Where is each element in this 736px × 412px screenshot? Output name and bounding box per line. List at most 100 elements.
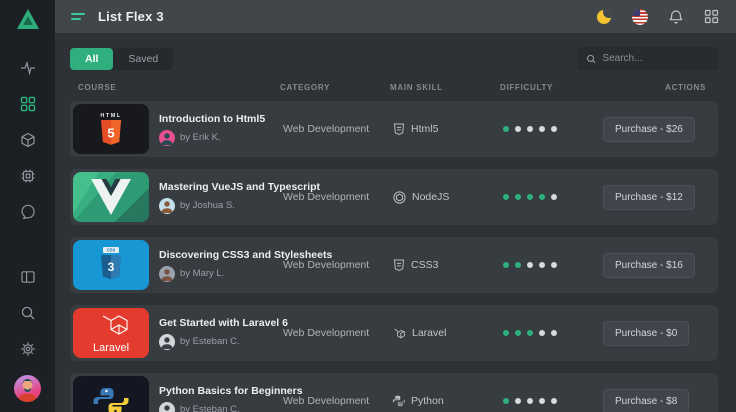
author-name: by Esteban C. (180, 404, 240, 412)
difficulty-dot (503, 262, 509, 268)
html5-icon (393, 123, 405, 136)
table-row: Laravel Get Started with Laravel 6 by Es… (70, 305, 718, 361)
sidebar (0, 0, 55, 412)
css3-logo: CSS 3 (73, 240, 149, 290)
html5-logo: HTML 5 (73, 104, 149, 154)
chat-icon[interactable] (10, 194, 46, 230)
laravel-icon (393, 327, 406, 340)
filter-tabs: All Saved (70, 47, 174, 70)
purchase-button[interactable]: Purchase - $16 (603, 252, 695, 278)
logo-triangle-icon[interactable] (15, 7, 41, 36)
topbar-actions (595, 8, 720, 25)
author-avatar (159, 401, 175, 412)
difficulty-dot (527, 262, 533, 268)
purchase-button[interactable]: Purchase - $26 (603, 116, 695, 142)
laravel-logo: Laravel (73, 308, 149, 358)
topbar: List Flex 3 (55, 0, 736, 33)
page-title: List Flex 3 (98, 9, 164, 24)
search-box[interactable] (578, 47, 718, 70)
settings-gear-icon[interactable] (10, 331, 46, 367)
course-title: Python Basics for Beginners (159, 384, 303, 397)
course-title: Mastering VueJS and Typescript (159, 180, 321, 193)
svg-text:5: 5 (107, 126, 114, 141)
search-icon (587, 54, 596, 63)
difficulty-dot (551, 262, 557, 268)
notifications-bell-icon[interactable] (667, 8, 684, 25)
col-actions: ACTIONS (665, 83, 706, 92)
difficulty-dot (539, 194, 545, 200)
course-list: HTML 5 Introduction to Html5 by Erik K. … (70, 101, 718, 412)
difficulty-dot (503, 330, 509, 336)
course-category: Web Development (283, 395, 370, 407)
difficulty-dot (527, 398, 533, 404)
col-difficulty: DIFFICULTY (500, 83, 554, 92)
col-main-skill: MAIN SKILL (390, 83, 443, 92)
col-category: CATEGORY (280, 83, 331, 92)
author-avatar (159, 333, 175, 350)
svg-text:Laravel: Laravel (93, 342, 129, 354)
python-icon (393, 395, 405, 407)
difficulty-dot (539, 330, 545, 336)
difficulty-dot (503, 194, 509, 200)
search-icon[interactable] (10, 295, 46, 331)
user-avatar[interactable] (14, 375, 41, 402)
difficulty-dot (515, 262, 521, 268)
difficulty-dot (539, 126, 545, 132)
apps-grid-icon[interactable] (10, 86, 46, 122)
author-name: by Erik K. (180, 132, 221, 143)
difficulty-rating (503, 330, 603, 336)
table-row: CSS 3 Discovering CSS3 and Stylesheets b… (70, 237, 718, 293)
language-flag-us-icon[interactable] (631, 8, 648, 25)
purchase-button[interactable]: Purchase - $8 (603, 388, 690, 412)
nodejs-icon (393, 190, 406, 204)
search-input[interactable] (602, 53, 710, 64)
author-name: by Joshua S. (180, 200, 235, 211)
difficulty-rating (503, 398, 603, 404)
difficulty-dot (551, 330, 557, 336)
tab-all[interactable]: All (70, 47, 114, 70)
course-title: Get Started with Laravel 6 (159, 316, 288, 329)
svg-text:CSS: CSS (107, 248, 116, 253)
course-category: Web Development (283, 259, 370, 271)
difficulty-dot (551, 126, 557, 132)
difficulty-dot (527, 126, 533, 132)
purchase-button[interactable]: Purchase - $0 (603, 320, 690, 346)
svg-text:HTML: HTML (100, 113, 121, 119)
python-logo (73, 376, 149, 412)
table-row: Mastering VueJS and Typescript by Joshua… (70, 169, 718, 225)
cpu-icon[interactable] (10, 158, 46, 194)
skill-name: Laravel (412, 327, 447, 339)
difficulty-rating (503, 262, 603, 268)
main-area: List Flex 3 All Saved Search... COURSE C… (55, 0, 736, 412)
difficulty-rating (503, 126, 603, 132)
author-avatar (159, 265, 175, 282)
course-title: Introduction to Html5 (159, 112, 266, 125)
author-name: by Mary L. (180, 268, 225, 279)
tab-saved[interactable]: Saved (113, 48, 173, 70)
apps-menu-icon[interactable] (703, 8, 720, 25)
table-row: Python Basics for Beginners by Esteban C… (70, 373, 718, 412)
package-icon[interactable] (10, 122, 46, 158)
col-course: COURSE (78, 83, 117, 92)
css3-icon (393, 259, 405, 272)
table-header: COURSE CATEGORY MAIN SKILL DIFFICULTY AC… (70, 83, 718, 92)
author-name: by Esteban C. (180, 336, 240, 347)
layout-icon[interactable] (10, 259, 46, 295)
difficulty-dot (539, 398, 545, 404)
author-avatar (159, 129, 175, 146)
activity-icon[interactable] (10, 50, 46, 86)
menu-toggle-icon[interactable] (71, 13, 85, 20)
content: All Saved COURSE CATEGORY MAIN SKILL DIF… (55, 33, 736, 412)
purchase-button[interactable]: Purchase - $12 (603, 184, 695, 210)
skill-name: Python (411, 395, 444, 407)
difficulty-dot (503, 126, 509, 132)
skill-name: Html5 (411, 123, 439, 135)
author-avatar (159, 197, 175, 214)
theme-moon-icon[interactable] (595, 8, 612, 25)
difficulty-dot (515, 126, 521, 132)
difficulty-dot (527, 194, 533, 200)
svg-text:3: 3 (108, 260, 115, 274)
difficulty-dot (515, 330, 521, 336)
course-title: Discovering CSS3 and Stylesheets (159, 248, 333, 261)
difficulty-dot (551, 398, 557, 404)
